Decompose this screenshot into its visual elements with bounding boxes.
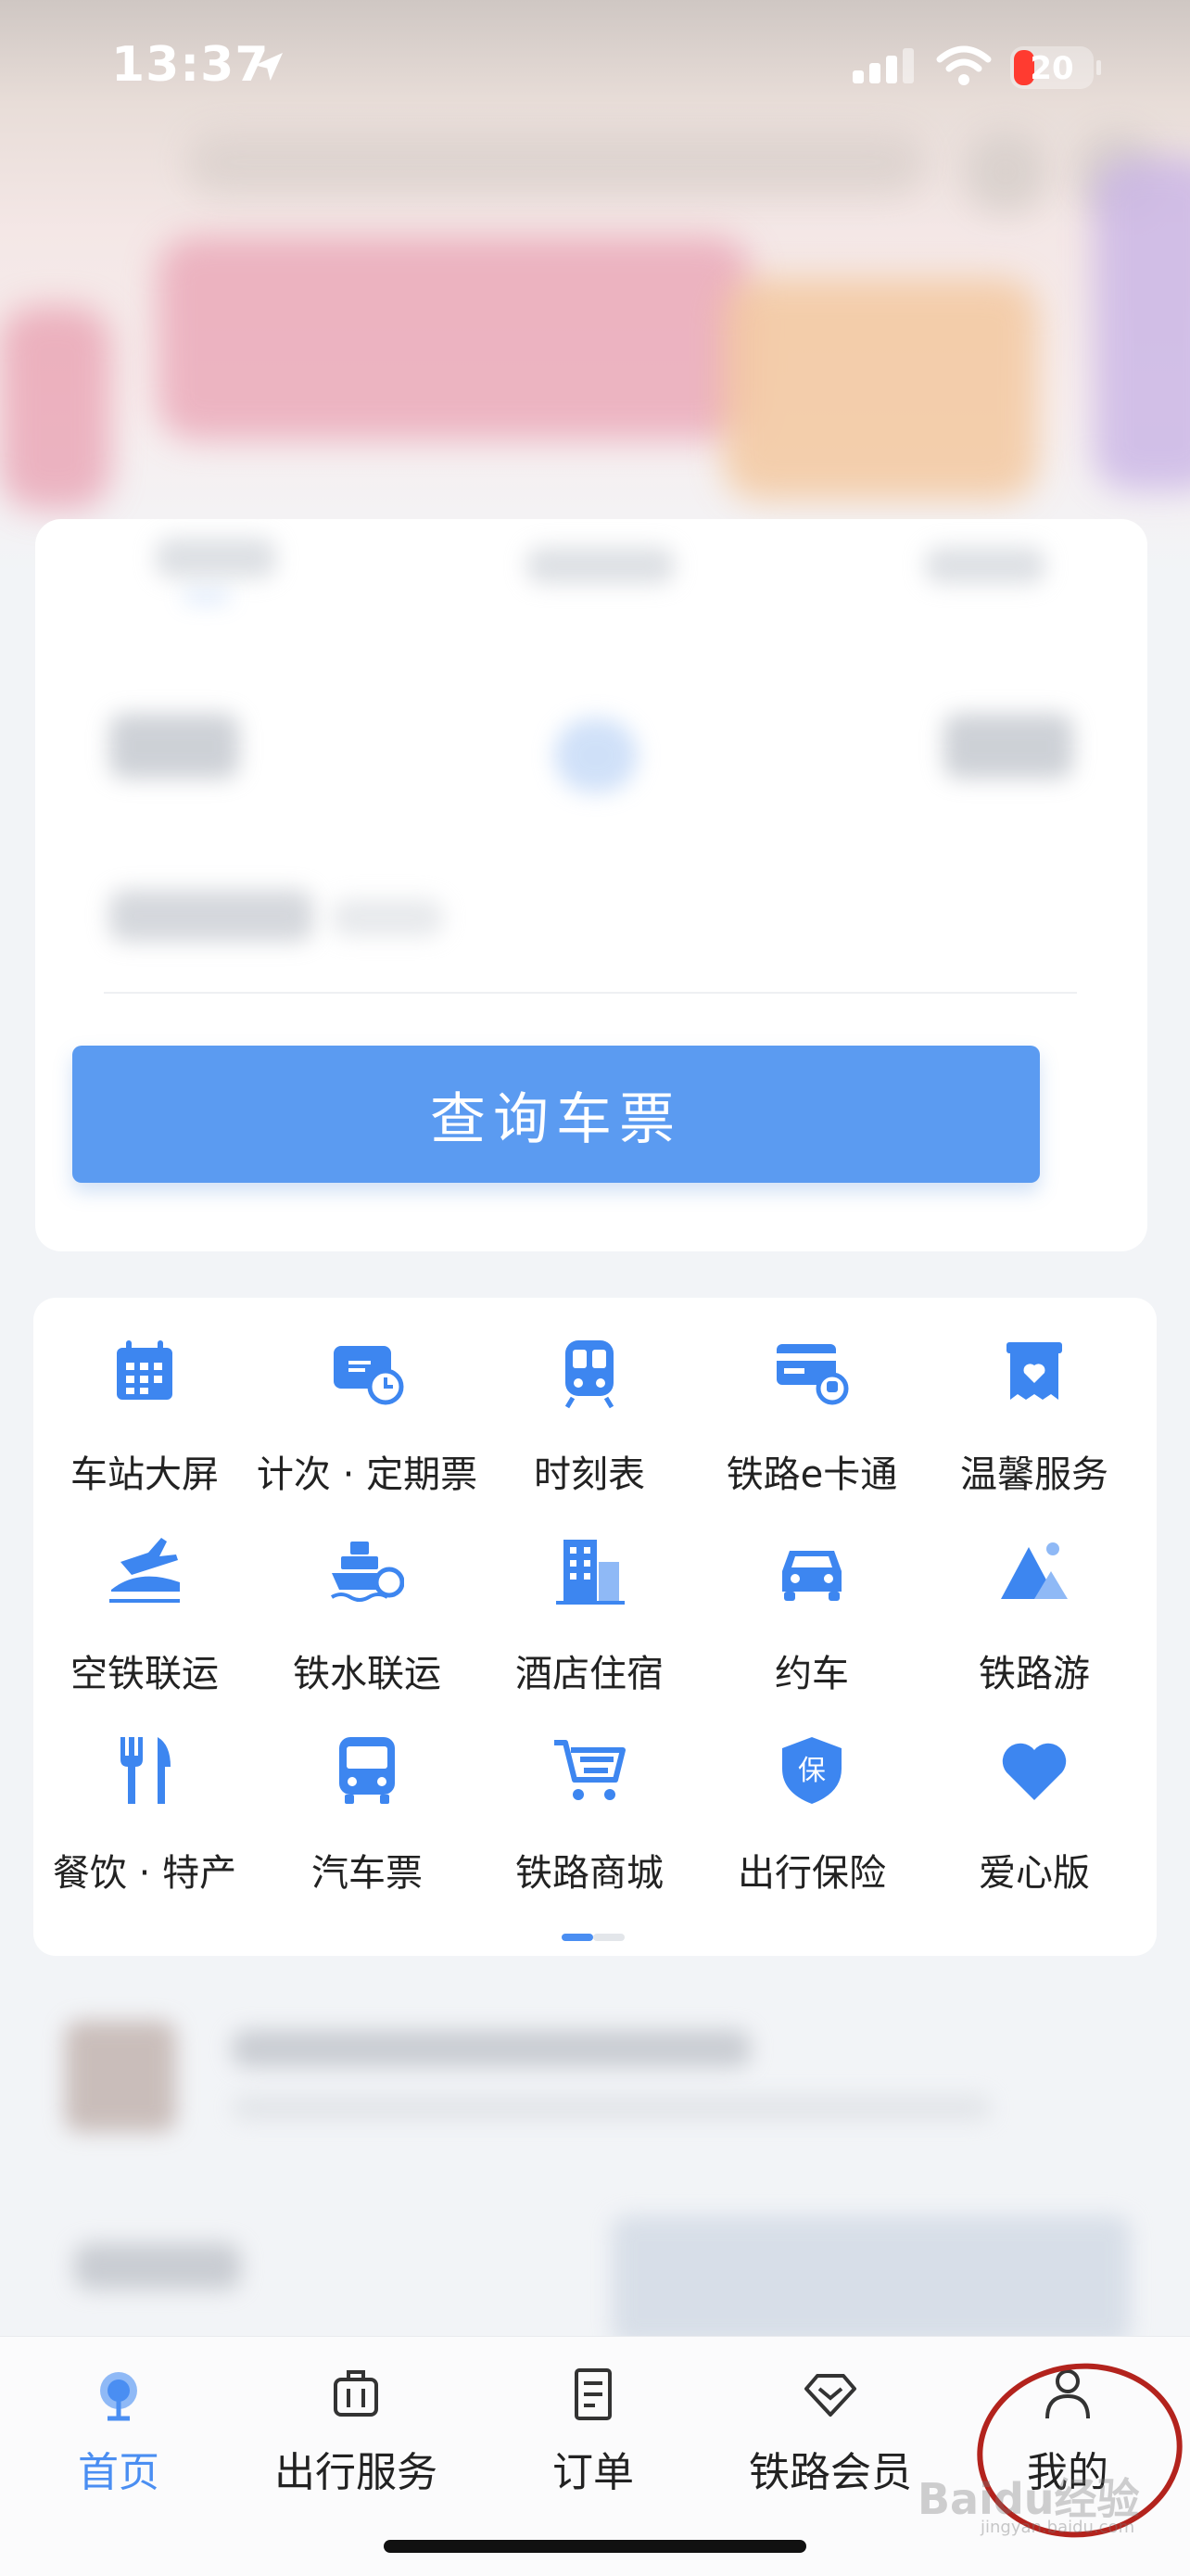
- tab-label: 订单: [552, 2449, 634, 2496]
- shield-icon: 保: [782, 1737, 842, 1804]
- car-icon: [782, 1551, 842, 1601]
- service-label: 餐饮 · 特产: [52, 1852, 237, 1895]
- mountain-icon: [1001, 1542, 1068, 1599]
- home-indicator[interactable]: [384, 2540, 806, 2553]
- diamond-icon: [804, 2374, 856, 2417]
- ticket-clock-icon: [334, 1346, 404, 1405]
- blurred-date[interactable]: [109, 890, 313, 942]
- page-dot: [593, 1934, 625, 1941]
- news-sub: [232, 2095, 992, 2121]
- service-rail-mall[interactable]: 铁路商城: [478, 1696, 701, 1895]
- service-label: 约车: [775, 1653, 849, 1695]
- bus-icon: [339, 1737, 395, 1804]
- battery-indicator: 20: [1010, 46, 1101, 89]
- service-warm-service[interactable]: 温馨服务: [923, 1298, 1146, 1496]
- service-label: 酒店住宿: [515, 1653, 664, 1695]
- service-label: 铁路商城: [515, 1852, 664, 1895]
- service-label: 出行保险: [738, 1852, 886, 1895]
- service-air-rail[interactable]: 空铁联运: [33, 1497, 256, 1695]
- service-dining[interactable]: 餐饮 · 特产: [33, 1696, 256, 1895]
- tab-orders[interactable]: 订单: [475, 2367, 712, 2496]
- page-dot-active: [562, 1934, 593, 1941]
- document-icon: [575, 2368, 612, 2420]
- search-tickets-button[interactable]: 查询车票: [72, 1046, 1040, 1183]
- divider: [104, 992, 1077, 994]
- service-car-hailing[interactable]: 约车: [701, 1497, 923, 1695]
- service-label: 汽车票: [311, 1852, 423, 1895]
- blurred-to-station[interactable]: [943, 714, 1073, 779]
- service-periodic-ticket[interactable]: 计次 · 定期票: [256, 1298, 478, 1496]
- blurred-tab[interactable]: [925, 547, 1045, 584]
- card-train-icon: [777, 1344, 849, 1405]
- blurred-from-station[interactable]: [109, 714, 239, 779]
- heart-box-icon: [1006, 1342, 1062, 1400]
- blurred-date-sub: [332, 899, 443, 936]
- tab-label: 铁路会员: [749, 2449, 912, 2496]
- service-label: 温馨服务: [960, 1453, 1108, 1496]
- plane-train-icon: [109, 1538, 180, 1603]
- service-bus-ticket[interactable]: 汽车票: [256, 1696, 478, 1895]
- battery-level: 20: [1030, 50, 1074, 87]
- blurred-tab-indicator: [184, 593, 230, 601]
- luggage-icon: [334, 2370, 378, 2417]
- service-timetable[interactable]: 时刻表: [478, 1298, 701, 1496]
- heart-icon: [1002, 1743, 1067, 1800]
- service-label: 铁路e卡通: [726, 1453, 898, 1496]
- service-care-version[interactable]: 爱心版: [923, 1696, 1146, 1895]
- service-rail-water[interactable]: 铁水联运: [256, 1497, 478, 1695]
- train-icon: [564, 1340, 614, 1409]
- service-label: 铁路游: [979, 1653, 1090, 1695]
- service-label: 爱心版: [979, 1852, 1090, 1895]
- page-indicator: [562, 1934, 625, 1941]
- news-section[interactable]: [0, 1984, 1190, 2354]
- news-headline: [232, 2030, 751, 2067]
- tab-label: 首页: [78, 2449, 159, 2496]
- watermark-url: jingyan.baidu.com: [981, 2518, 1135, 2537]
- tab-home[interactable]: 首页: [0, 2367, 237, 2496]
- service-label: 车站大屏: [70, 1453, 219, 1496]
- service-label: 铁水联运: [293, 1653, 441, 1695]
- status-bar: 13:37 20: [0, 0, 1190, 139]
- service-travel-insurance[interactable]: 保 出行保险: [701, 1696, 923, 1895]
- swap-stations-icon[interactable]: [554, 718, 638, 793]
- cart-icon: [554, 1740, 626, 1800]
- svg-text:保: 保: [798, 1755, 826, 1787]
- service-station-screen[interactable]: 车站大屏: [33, 1298, 256, 1496]
- tab-travel-services[interactable]: 出行服务: [237, 2367, 475, 2496]
- services-grid: 车站大屏 计次 · 定期票 时刻表 铁路e卡通 温馨服务 空铁联运 铁水联运 酒…: [33, 1298, 1157, 1956]
- home-train-icon: [100, 2372, 137, 2421]
- cellular-signal-icon: [853, 48, 919, 83]
- location-arrow-icon: [255, 53, 283, 81]
- service-rail-tour[interactable]: 铁路游: [923, 1497, 1146, 1695]
- status-time: 13:37: [111, 37, 270, 93]
- promo-image: [612, 2215, 1131, 2345]
- fork-knife-icon: [120, 1737, 171, 1804]
- calendar-grid-icon: [117, 1340, 172, 1400]
- wifi-icon: [936, 45, 992, 85]
- news-thumbnail: [65, 2021, 176, 2132]
- blurred-tab[interactable]: [156, 538, 276, 578]
- tab-label: 出行服务: [274, 2449, 437, 2496]
- service-label: 计次 · 定期票: [256, 1453, 478, 1496]
- service-ecard[interactable]: 铁路e卡通: [701, 1298, 923, 1496]
- ship-train-icon: [330, 1542, 404, 1602]
- service-label: 空铁联运: [70, 1653, 219, 1695]
- service-label: 时刻表: [534, 1453, 645, 1496]
- blurred-tab[interactable]: [526, 547, 675, 584]
- service-hotel[interactable]: 酒店住宿: [478, 1497, 701, 1695]
- section-title: [74, 2243, 241, 2290]
- building-icon: [556, 1540, 625, 1605]
- tab-rail-member[interactable]: 铁路会员: [712, 2367, 949, 2496]
